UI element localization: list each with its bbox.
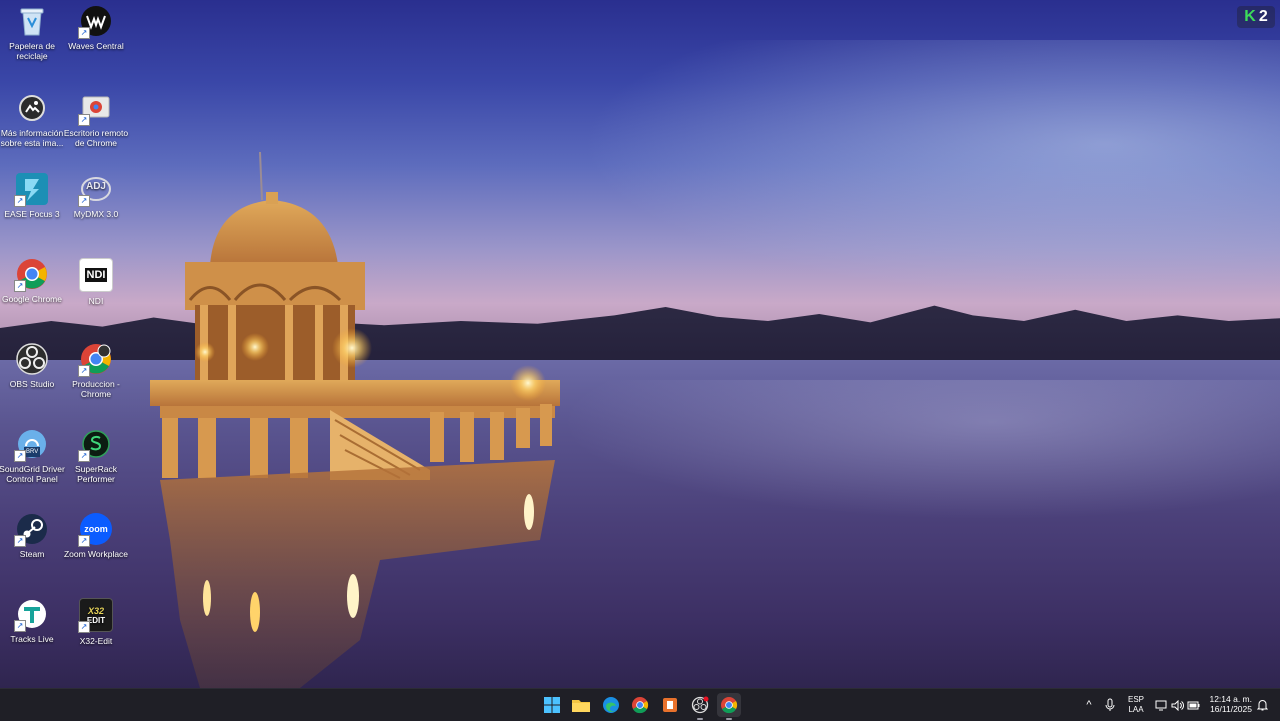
start-button[interactable] <box>540 693 564 717</box>
x32-edit-icon: X32 EDIT ↗ <box>78 598 113 633</box>
k2-overlay-badge[interactable]: K 2 <box>1237 6 1275 28</box>
desktop-icon-label: X32-Edit <box>79 636 113 646</box>
zoom-icon: zoom ↗ <box>78 513 112 547</box>
spotlight-info-icon <box>16 92 48 124</box>
desktop-icon-ease-focus[interactable]: ↗ EASE Focus 3 <box>0 173 65 219</box>
x32-logo-text: X32 <box>87 605 104 616</box>
taskbar-edge[interactable] <box>599 693 623 717</box>
microphone-icon <box>1105 698 1115 711</box>
desktop-icon-label: NDI <box>88 296 104 306</box>
clock-date: 16/11/2025 <box>1210 704 1252 714</box>
desktop-icon-produccion-chrome[interactable]: ↗ Produccion - Chrome <box>63 343 129 399</box>
desktop-icon-recycle-bin[interactable]: Papelera de reciclaje <box>0 5 65 61</box>
show-hidden-icons-button[interactable]: ^ <box>1082 689 1096 721</box>
desktop-icon-zoom[interactable]: zoom ↗ Zoom Workplace <box>63 513 129 559</box>
brv-label: BRV <box>24 447 41 457</box>
desktop-icon-label: Más información sobre esta ima... <box>0 128 64 148</box>
desktop-icon-tracks-live[interactable]: ↗ Tracks Live <box>0 598 65 644</box>
desktop-icon-obs-studio[interactable]: OBS Studio <box>0 343 65 389</box>
ndi-logo-text: NDI <box>84 268 108 282</box>
file-explorer-icon <box>572 700 590 712</box>
soundgrid-icon: BRV ↗ <box>14 428 48 462</box>
start-icon <box>544 697 560 713</box>
notifications-button[interactable] <box>1255 689 1269 721</box>
desktop-icon-superrack[interactable]: ↗ SuperRack Performer <box>63 428 129 484</box>
k2-letter: K <box>1244 8 1256 25</box>
taskbar-clock[interactable]: 12:14 a. m. 16/11/2025 <box>1209 694 1252 714</box>
bell-icon <box>1256 700 1268 711</box>
desktop-icon-mydmx[interactable]: ADJ ↗ MyDMX 3.0 <box>63 173 129 219</box>
desktop-icon-google-chrome[interactable]: ↗ Google Chrome <box>0 258 65 304</box>
desktop-icon-label: MyDMX 3.0 <box>73 209 119 219</box>
k2-number: 2 <box>1258 8 1268 25</box>
language-code: ESP <box>1127 695 1144 704</box>
battery-icon <box>1187 701 1199 709</box>
tracks-live-icon: ↗ <box>14 598 48 632</box>
speaker-icon <box>1171 699 1184 711</box>
desktop-icon-label: Papelera de reciclaje <box>9 41 55 61</box>
desktop-icon-x32-edit[interactable]: X32 EDIT ↗ X32-Edit <box>63 598 129 646</box>
recycle-bin-icon <box>16 5 48 37</box>
network-icon <box>1155 700 1167 710</box>
desktop-icon-label: Google Chrome <box>1 294 62 304</box>
office-app-icon <box>663 698 677 712</box>
volume-tray-button[interactable] <box>1170 689 1184 721</box>
desktop-icon-label: Waves Central <box>68 41 124 51</box>
steam-icon: ↗ <box>14 513 48 547</box>
chrome-profile-icon <box>721 697 738 714</box>
taskbar-obs[interactable] <box>688 693 712 720</box>
ease-focus-icon: ↗ <box>14 173 48 207</box>
edge-icon <box>603 697 619 713</box>
taskbar: ^ ESP LAA 12:14 a. m. 16/11/2025 <box>0 688 1280 721</box>
chrome-icon: ↗ <box>14 258 48 292</box>
taskbar-office-app[interactable] <box>658 693 682 717</box>
adj-logo-text: ADJ <box>85 181 106 192</box>
waves-central-icon: ↗ <box>78 5 112 39</box>
desktop-icon-label: Steam <box>19 549 45 559</box>
chrome-profile-icon: ↗ <box>78 343 112 377</box>
microphone-tray-button[interactable] <box>1102 689 1118 721</box>
battery-tray-button[interactable] <box>1186 689 1200 721</box>
desktop-icon-spotlight-info[interactable]: Más información sobre esta ima... <box>0 92 65 148</box>
taskbar-chrome-produccion[interactable] <box>717 693 741 720</box>
desktop-icon-chrome-remote-desktop[interactable]: ↗ Escritorio remoto de Chrome <box>63 92 129 148</box>
chrome-remote-desktop-icon: ↗ <box>78 92 112 126</box>
desktop-icon-label: SuperRack Performer <box>74 464 118 484</box>
clock-time: 12:14 a. m. <box>1209 694 1252 704</box>
language-indicator[interactable]: ESP LAA <box>1126 695 1146 715</box>
desktop-icon-label: OBS Studio <box>9 379 55 389</box>
desktop-icon-label: Tracks Live <box>10 634 54 644</box>
keyboard-layout: LAA <box>1128 705 1144 714</box>
desktop-icon-soundgrid[interactable]: BRV ↗ SoundGrid Driver Control Panel <box>0 428 65 484</box>
chevron-up-icon: ^ <box>1086 699 1092 711</box>
desktop-icon-label: Zoom Workplace <box>63 549 129 559</box>
mydmx-icon: ADJ ↗ <box>78 173 112 207</box>
taskbar-chrome[interactable] <box>628 693 652 717</box>
obs-icon <box>16 343 48 375</box>
desktop-icon-steam[interactable]: ↗ Steam <box>0 513 65 559</box>
taskbar-file-explorer[interactable] <box>569 693 593 717</box>
network-tray-button[interactable] <box>1154 689 1168 721</box>
desktop-wallpaper <box>0 0 1280 688</box>
desktop-icon-label: Escritorio remoto de Chrome <box>63 128 129 148</box>
obs-tray-app-icon <box>691 696 709 714</box>
desktop-icon-ndi[interactable]: NDI NDI <box>63 258 129 306</box>
desktop-icon-label: SoundGrid Driver Control Panel <box>0 464 65 484</box>
desktop-icon-waves-central[interactable]: ↗ Waves Central <box>63 5 129 51</box>
zoom-logo-text: zoom <box>84 524 108 534</box>
ndi-icon: NDI <box>79 258 113 292</box>
desktop-icon-label: Produccion - Chrome <box>72 379 120 399</box>
superrack-icon: ↗ <box>78 428 112 462</box>
chrome-icon <box>632 697 649 714</box>
desktop-icon-label: EASE Focus 3 <box>4 209 60 219</box>
